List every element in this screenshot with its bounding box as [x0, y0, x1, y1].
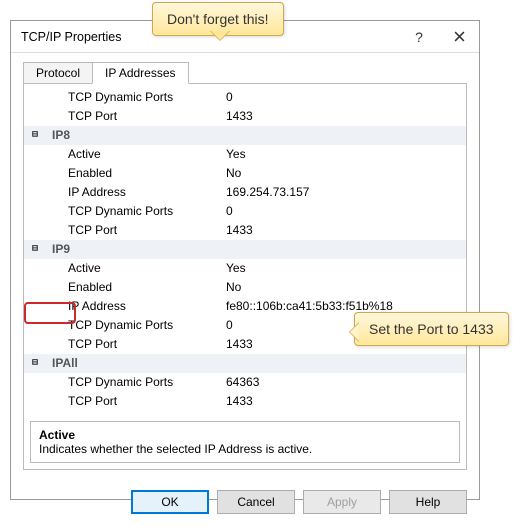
help-dialog-button[interactable]: Help: [389, 490, 467, 514]
property-row[interactable]: TCP Dynamic Ports0: [24, 88, 466, 107]
tab-ip-addresses[interactable]: IP Addresses: [92, 62, 189, 84]
property-value[interactable]: 0: [226, 88, 466, 107]
property-value[interactable]: 1433: [226, 392, 466, 411]
expand-icon[interactable]: ⊟: [24, 240, 46, 259]
property-row[interactable]: EnabledNo: [24, 278, 466, 297]
property-label: IP8: [46, 126, 226, 145]
description-panel: Active Indicates whether the selected IP…: [30, 421, 460, 463]
property-label: Active: [46, 259, 226, 278]
property-row[interactable]: ActiveYes: [24, 259, 466, 278]
property-label: Enabled: [46, 278, 226, 297]
property-value[interactable]: 169.254.73.157: [226, 183, 466, 202]
property-value[interactable]: 0: [226, 202, 466, 221]
property-value[interactable]: 1433: [226, 107, 466, 126]
property-label: TCP Port: [46, 335, 226, 354]
group-row[interactable]: ⊟IPAll: [24, 354, 466, 373]
property-value[interactable]: 64363: [226, 373, 466, 392]
group-row[interactable]: ⊟IP9: [24, 240, 466, 259]
property-row[interactable]: TCP Port1433: [24, 392, 466, 411]
ok-button[interactable]: OK: [131, 490, 209, 514]
tab-strip: Protocol IP Addresses: [23, 61, 467, 84]
property-value[interactable]: 1433: [226, 221, 466, 240]
property-grid[interactable]: TCP Dynamic Ports0TCP Port1433⊟IP8Active…: [24, 84, 466, 415]
property-label: TCP Dynamic Ports: [46, 88, 226, 107]
property-row[interactable]: IP Address169.254.73.157: [24, 183, 466, 202]
highlight-ipall: [24, 302, 76, 324]
property-label: TCP Dynamic Ports: [46, 373, 226, 392]
property-label: IP9: [46, 240, 226, 259]
description-text: Indicates whether the selected IP Addres…: [39, 442, 451, 456]
button-row: OK Cancel Apply Help: [11, 480, 479, 526]
property-row[interactable]: TCP Port1433: [24, 221, 466, 240]
dialog-body: Protocol IP Addresses TCP Dynamic Ports0…: [11, 53, 479, 480]
property-label: TCP Dynamic Ports: [46, 202, 226, 221]
tcpip-properties-dialog: TCP/IP Properties ? Protocol IP Addresse…: [10, 20, 480, 500]
tab-protocol[interactable]: Protocol: [23, 62, 93, 83]
close-icon: [454, 31, 465, 42]
property-label: Active: [46, 145, 226, 164]
property-row[interactable]: EnabledNo: [24, 164, 466, 183]
property-row[interactable]: TCP Dynamic Ports64363: [24, 373, 466, 392]
callout-dont-forget: Don't forget this!: [152, 2, 284, 36]
property-row[interactable]: ActiveYes: [24, 145, 466, 164]
description-title: Active: [39, 428, 451, 442]
help-button[interactable]: ?: [399, 21, 439, 53]
property-value[interactable]: Yes: [226, 259, 466, 278]
property-row[interactable]: TCP Dynamic Ports0: [24, 202, 466, 221]
apply-button[interactable]: Apply: [303, 490, 381, 514]
property-label: IPAll: [46, 354, 226, 373]
close-button[interactable]: [439, 21, 479, 53]
property-label: TCP Port: [46, 221, 226, 240]
group-row[interactable]: ⊟IP8: [24, 126, 466, 145]
property-label: TCP Port: [46, 107, 226, 126]
property-value[interactable]: No: [226, 164, 466, 183]
property-label: TCP Port: [46, 392, 226, 411]
property-label: IP Address: [46, 183, 226, 202]
property-value[interactable]: No: [226, 278, 466, 297]
cancel-button[interactable]: Cancel: [217, 490, 295, 514]
property-row[interactable]: TCP Port1433: [24, 107, 466, 126]
property-label: Enabled: [46, 164, 226, 183]
property-grid-container: TCP Dynamic Ports0TCP Port1433⊟IP8Active…: [23, 84, 467, 470]
callout-set-port: Set the Port to 1433: [354, 312, 509, 346]
property-value[interactable]: Yes: [226, 145, 466, 164]
expand-icon[interactable]: ⊟: [24, 354, 46, 373]
expand-icon[interactable]: ⊟: [24, 126, 46, 145]
